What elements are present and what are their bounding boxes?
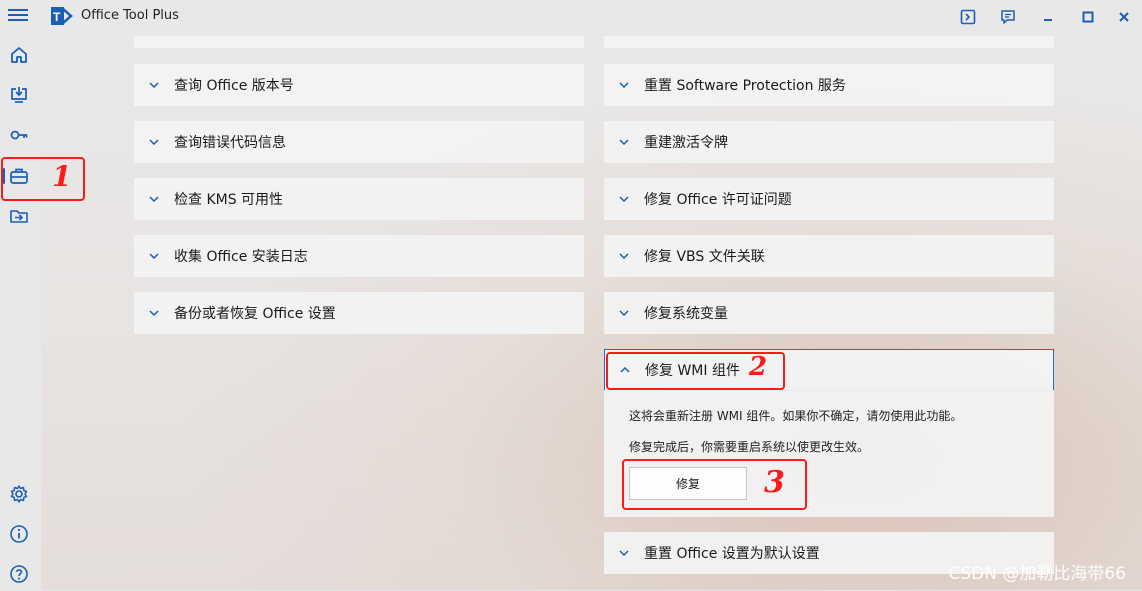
panel-fix-system-variables[interactable]: 修复系统变量: [604, 292, 1054, 334]
chevron-down-icon: [147, 82, 161, 88]
nav-convert[interactable]: [0, 199, 38, 233]
panel-backup-restore-settings[interactable]: 备份或者恢复 Office 设置: [134, 292, 584, 334]
nav-deploy[interactable]: [0, 78, 38, 112]
minimize-icon[interactable]: [1036, 6, 1060, 28]
hamburger-menu-icon[interactable]: [8, 8, 28, 26]
annotation-number-1: 1: [52, 160, 72, 193]
panel-rebuild-activation-token[interactable]: 重建激活令牌: [604, 121, 1054, 163]
chevron-down-icon: [617, 82, 631, 88]
panel-label: 重置 Software Protection 服务: [644, 78, 846, 94]
panel-partial-left[interactable]: [134, 36, 584, 48]
panel-label: 查询 Office 版本号: [174, 78, 294, 94]
deploy-icon: [11, 87, 27, 103]
panel-label: 检查 KMS 可用性: [174, 192, 284, 208]
nav-home[interactable]: [0, 38, 38, 72]
panel-label: 收集 Office 安装日志: [174, 249, 308, 265]
wmi-restart-note: 修复完成后，你需要重启系统以使更改生效。: [629, 440, 870, 454]
terminal-icon[interactable]: [956, 6, 980, 28]
annotation-number-2: 2: [749, 352, 768, 382]
panel-label: 重建激活令牌: [644, 135, 728, 151]
panel-query-office-version[interactable]: 查询 Office 版本号: [134, 64, 584, 106]
nav-settings[interactable]: [0, 477, 38, 511]
chevron-down-icon: [617, 253, 631, 259]
chevron-down-icon: [617, 139, 631, 145]
watermark: CSDN @加勒比海带66: [948, 564, 1126, 584]
home-icon: [11, 47, 27, 63]
panel-label: 重置 Office 设置为默认设置: [644, 546, 820, 562]
panel-label: 查询错误代码信息: [174, 135, 286, 151]
chevron-down-icon: [147, 196, 161, 202]
panel-check-kms[interactable]: 检查 KMS 可用性: [134, 178, 584, 220]
help-icon: [10, 565, 28, 583]
panel-label: 修复系统变量: [644, 306, 728, 322]
chevron-down-icon: [147, 253, 161, 259]
nav-about[interactable]: [0, 517, 38, 551]
chevron-down-icon: [147, 139, 161, 145]
activation-key-icon: [10, 130, 28, 140]
info-icon: [10, 525, 28, 543]
nav-help[interactable]: [0, 557, 38, 591]
convert-icon: [10, 210, 28, 223]
annotation-box-1: [1, 157, 85, 201]
settings-icon: [10, 485, 28, 503]
app-title: Office Tool Plus: [81, 8, 179, 23]
close-icon[interactable]: [1112, 6, 1136, 28]
chevron-down-icon: [147, 310, 161, 316]
panel-label: 修复 VBS 文件关联: [644, 249, 765, 265]
app-logo-icon: T: [51, 7, 73, 25]
panel-partial-right[interactable]: [604, 36, 1054, 48]
maximize-icon[interactable]: [1076, 6, 1100, 28]
feedback-icon[interactable]: [996, 6, 1020, 28]
wmi-description: 这将会重新注册 WMI 组件。如果你不确定，请勿使用此功能。: [629, 409, 963, 423]
annotation-number-3: 3: [764, 465, 785, 500]
panel-reset-software-protection[interactable]: 重置 Software Protection 服务: [604, 64, 1054, 106]
panel-fix-office-license[interactable]: 修复 Office 许可证问题: [604, 178, 1054, 220]
chevron-down-icon: [617, 310, 631, 316]
panel-query-error-code[interactable]: 查询错误代码信息: [134, 121, 584, 163]
panel-fix-vbs-association[interactable]: 修复 VBS 文件关联: [604, 235, 1054, 277]
nav-activation[interactable]: [0, 118, 38, 152]
svg-text:T: T: [53, 10, 61, 24]
panel-label: 修复 Office 许可证问题: [644, 192, 792, 208]
chevron-down-icon: [617, 196, 631, 202]
panel-collect-install-logs[interactable]: 收集 Office 安装日志: [134, 235, 584, 277]
panel-label: 备份或者恢复 Office 设置: [174, 306, 336, 322]
chevron-down-icon: [617, 550, 631, 556]
title-bar: T Office Tool Plus: [0, 0, 1142, 36]
